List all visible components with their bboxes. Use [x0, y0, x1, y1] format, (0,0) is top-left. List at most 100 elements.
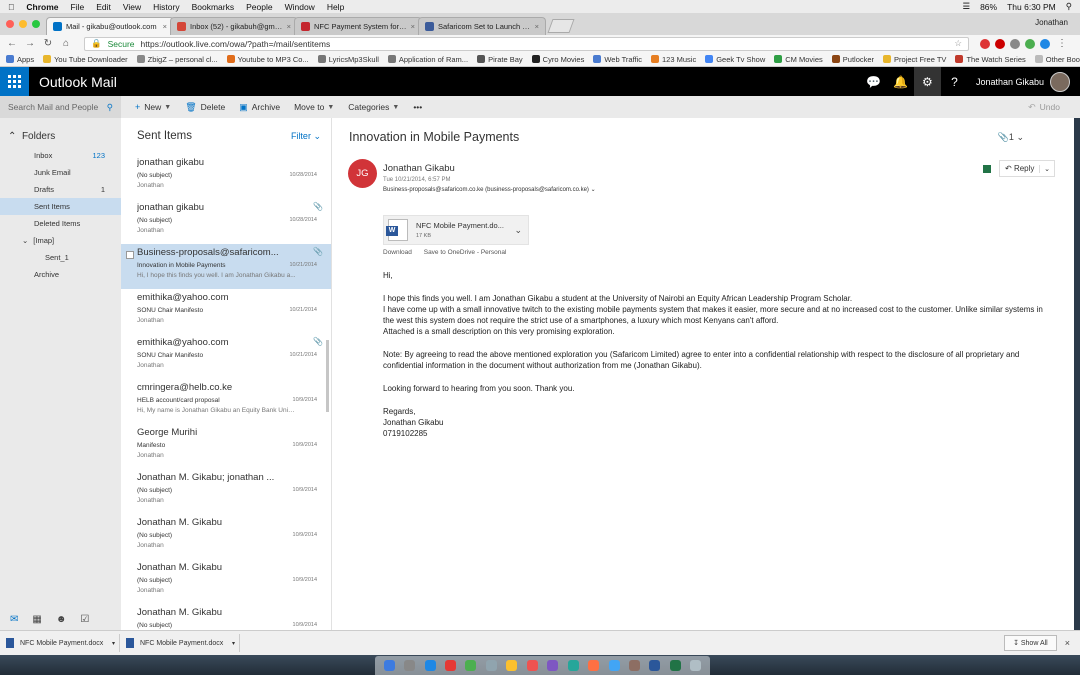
close-tab-icon[interactable]: ×: [411, 22, 415, 31]
star-icon[interactable]: ☆: [954, 38, 962, 49]
trash-icon[interactable]: [690, 660, 702, 671]
close-icon[interactable]: ×: [1065, 638, 1070, 648]
chevron-down-icon[interactable]: ⌄: [22, 236, 28, 245]
bookmark-item[interactable]: Pirate Bay: [477, 55, 523, 64]
calendar-app-icon[interactable]: [526, 660, 538, 671]
bookmark-item[interactable]: Web Traffic: [593, 55, 642, 64]
wifi-icon[interactable]: ☰: [962, 1, 970, 12]
mail-app-icon[interactable]: [485, 660, 497, 671]
safari-icon[interactable]: [424, 660, 436, 671]
photos-icon[interactable]: [588, 660, 600, 671]
recipient[interactable]: Business-proposals@safaricom.co.ke (busi…: [383, 186, 596, 193]
close-tab-icon[interactable]: ×: [163, 22, 167, 31]
itunes-icon[interactable]: [547, 660, 559, 671]
excel-app-icon[interactable]: [669, 660, 681, 671]
facetime-icon[interactable]: [567, 660, 579, 671]
folder-deleted[interactable]: Deleted Items: [0, 215, 121, 232]
chevron-down-icon[interactable]: ▼: [164, 104, 171, 111]
scrollbar[interactable]: [326, 340, 329, 412]
show-all-downloads-button[interactable]: ↧ Show All: [1004, 635, 1057, 651]
folder-inbox[interactable]: Inbox 123: [0, 147, 121, 164]
bookmark-item[interactable]: Project Free TV: [883, 55, 946, 64]
bookmark-item[interactable]: Putlocker: [831, 55, 874, 64]
chevron-down-icon[interactable]: ▾: [232, 640, 235, 647]
download-link[interactable]: Download: [383, 249, 412, 256]
app-title[interactable]: Outlook Mail: [39, 74, 117, 90]
chrome-profile-name[interactable]: Jonathan: [1035, 18, 1068, 27]
help-icon[interactable]: ?: [941, 67, 968, 96]
bookmark-item[interactable]: The Watch Series: [955, 55, 1026, 64]
avatar[interactable]: [1050, 71, 1070, 92]
more-actions-button[interactable]: •••: [413, 102, 422, 112]
bookmark-item[interactable]: Youtube to MP3 Co...: [226, 55, 309, 64]
menu-people[interactable]: People: [246, 2, 272, 12]
menu-window[interactable]: Window: [285, 2, 315, 12]
extension-icon[interactable]: [1010, 38, 1020, 49]
bookmark-item[interactable]: Application of Ram...: [387, 55, 468, 64]
bookmark-item[interactable]: You Tube Downloader: [43, 55, 128, 64]
bookmark-item[interactable]: CM Movies: [774, 55, 823, 64]
menu-help[interactable]: Help: [327, 2, 344, 12]
reply-button[interactable]: ↶ Reply ⌄: [999, 160, 1055, 177]
clock[interactable]: Thu 6:30 PM: [1007, 2, 1056, 12]
minimize-window-icon[interactable]: [19, 20, 27, 28]
list-item[interactable]: Jonathan M. Gikabu(No subject)Jonathan10…: [121, 604, 331, 630]
list-item[interactable]: jonathan gikabu (No subject) Jonathan 10/28…: [121, 199, 331, 244]
app-launcher-button[interactable]: [0, 67, 29, 96]
delete-button[interactable]: 🗑 Delete: [185, 102, 225, 113]
menu-app-name[interactable]: Chrome: [26, 2, 58, 12]
list-item[interactable]: cmringera@helb.co.ke HELB account/card pr…: [121, 379, 331, 424]
menu-bookmarks[interactable]: Bookmarks: [192, 2, 235, 12]
download-item[interactable]: NFC Mobile Payment.docx ▾: [2, 634, 120, 652]
new-tab-button[interactable]: [547, 19, 575, 33]
word-app-icon[interactable]: [649, 660, 661, 671]
list-item[interactable]: emithika@yahoo.com SONU Chair Manifesto Jo…: [121, 334, 331, 379]
close-window-icon[interactable]: [6, 20, 14, 28]
opera-extension-icon[interactable]: [995, 38, 1005, 49]
calendar-icon[interactable]: ▦: [32, 614, 41, 625]
folders-heading[interactable]: ⌃ Folders: [8, 131, 121, 142]
apple-icon[interactable]: : [8, 2, 14, 12]
battery-percent[interactable]: 86%: [980, 2, 997, 12]
adblock-extension-icon[interactable]: [980, 38, 990, 49]
attachment-card[interactable]: W NFC Mobile Payment.do... 17 KB ⌄: [383, 215, 529, 245]
bookmark-item[interactable]: ZbigZ – personal cl...: [136, 55, 218, 64]
gear-icon[interactable]: ⚙: [913, 67, 941, 96]
search-input[interactable]: Search Mail and People ⚲: [0, 96, 121, 118]
messages-icon[interactable]: [465, 660, 477, 671]
people-icon[interactable]: ☻: [56, 614, 67, 625]
bookmark-item[interactable]: LyricsMp3Skull: [317, 55, 379, 64]
launchpad-icon[interactable]: [404, 660, 416, 671]
folder-drafts[interactable]: Drafts 1: [0, 181, 121, 198]
filter-button[interactable]: Filter ⌄: [291, 131, 321, 142]
reply-dropdown-icon[interactable]: ⌄: [1039, 164, 1054, 173]
excel-addin-icon[interactable]: [983, 165, 991, 173]
attachment-count-button[interactable]: 📎1 ⌄: [998, 132, 1024, 143]
bookmark-item[interactable]: Cyro Movies: [531, 55, 584, 64]
close-tab-icon[interactable]: ×: [535, 22, 539, 31]
mail-icon[interactable]: ✉: [10, 614, 18, 625]
move-to-button[interactable]: Move to ▼: [294, 102, 334, 112]
undo-button[interactable]: ↶ Undo: [1028, 102, 1060, 113]
back-icon[interactable]: ←: [6, 38, 18, 49]
folder-imap[interactable]: ⌄ [Imap]: [0, 232, 121, 249]
address-bar[interactable]: 🔒 Secure https://outlook.live.com/owa/?p…: [84, 36, 969, 51]
chrome-icon[interactable]: [445, 660, 457, 671]
user-name[interactable]: Jonathan Gikabu: [968, 77, 1050, 87]
list-item[interactable]: George Murihi Manifesto Jonathan 10/9/2014: [121, 424, 331, 469]
list-item[interactable]: Jonathan M. Gikabu; jonathan ... (No subj…: [121, 469, 331, 514]
system-preferences-icon[interactable]: [628, 660, 640, 671]
folder-archive[interactable]: Archive: [0, 266, 121, 283]
bell-icon[interactable]: 🔔: [887, 67, 914, 96]
sender-name[interactable]: Jonathan Gikabu: [383, 163, 455, 174]
search-icon[interactable]: ⚲: [1066, 1, 1072, 12]
menu-view[interactable]: View: [123, 2, 141, 12]
chat-icon[interactable]: 💬: [860, 67, 887, 96]
folder-junk[interactable]: Junk Email: [0, 164, 121, 181]
chevron-down-icon[interactable]: ⌄: [591, 187, 596, 193]
list-item[interactable]: jonathan gikabu (No subject) Jonathan 10/28…: [121, 154, 331, 199]
menu-file[interactable]: File: [71, 2, 85, 12]
search-icon[interactable]: ⚲: [107, 102, 113, 113]
browser-tab-outlook[interactable]: Mail - gikabu@outlook.com ×: [46, 17, 174, 35]
sender-avatar[interactable]: JG: [348, 159, 377, 188]
